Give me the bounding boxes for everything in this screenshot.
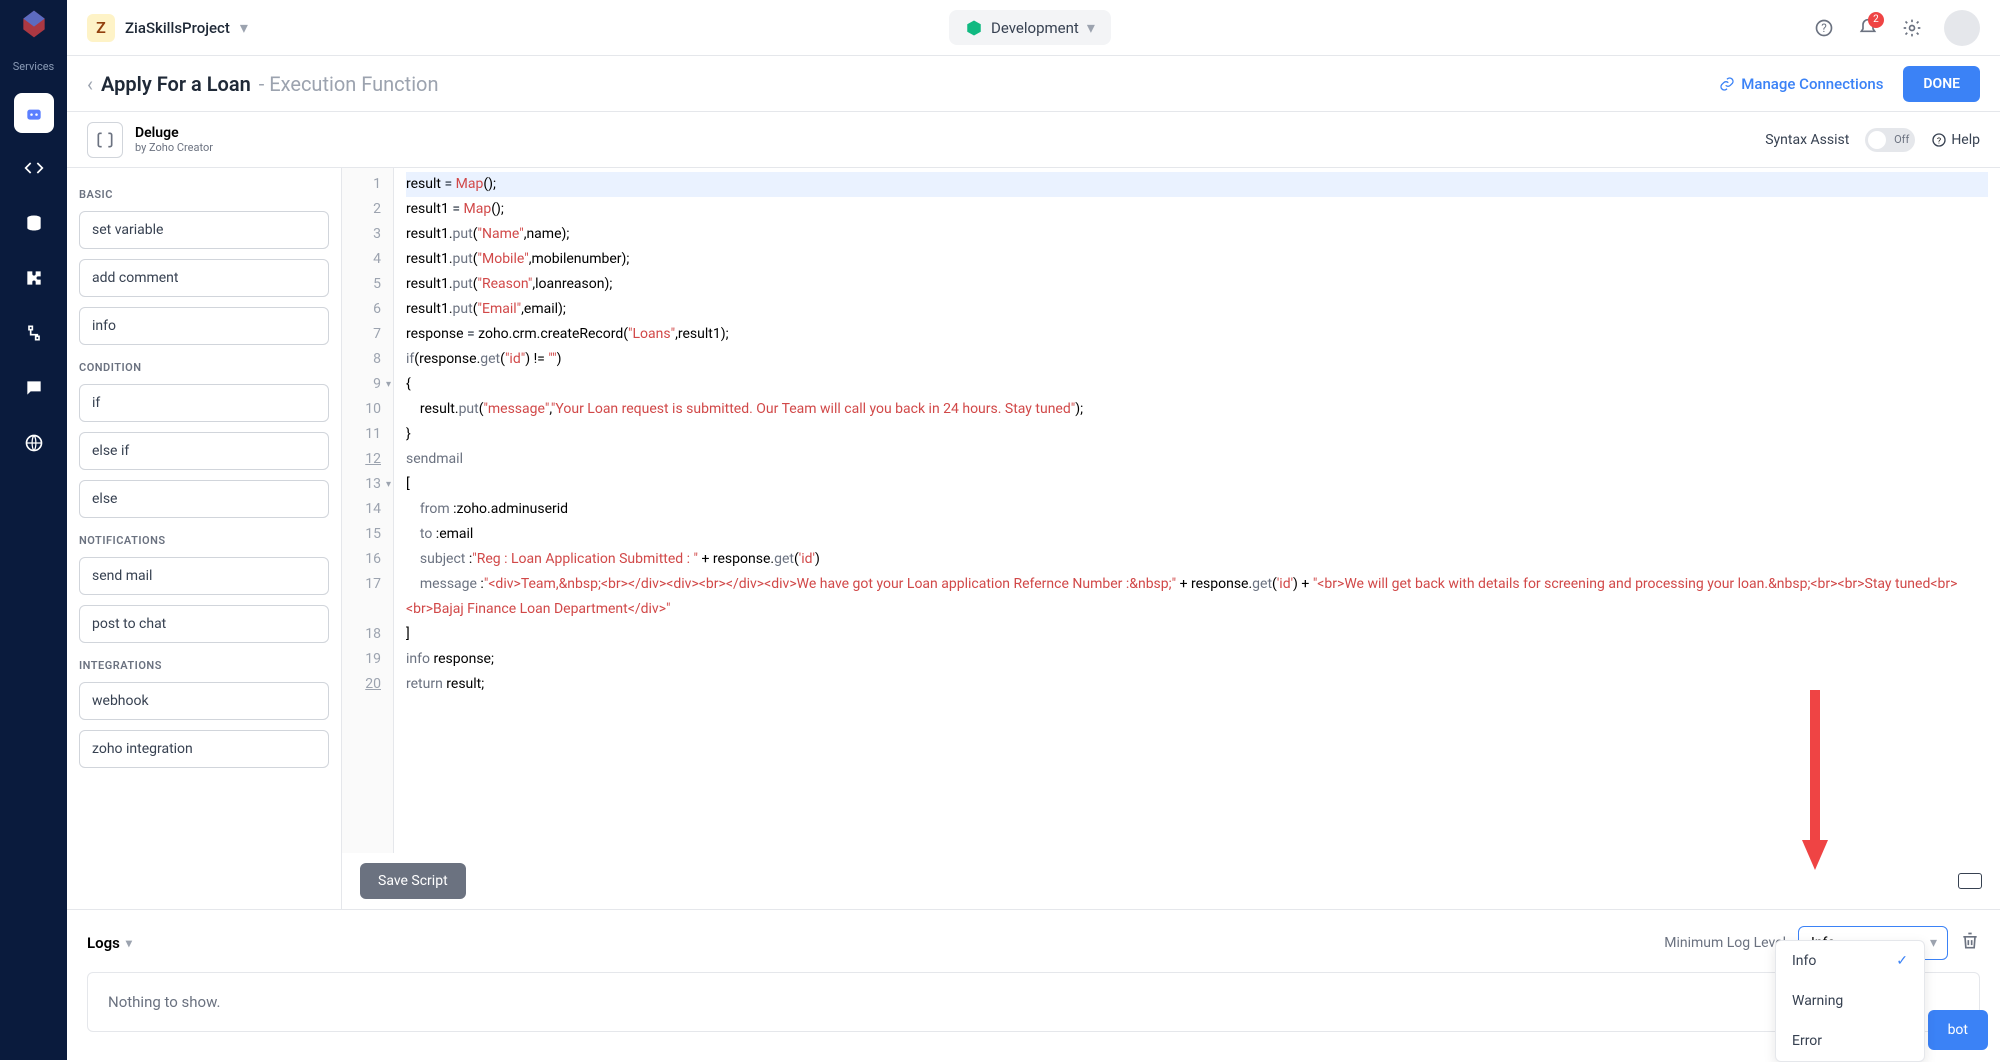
snippet-info[interactable]: info: [79, 307, 329, 345]
help-link[interactable]: ? Help: [1931, 132, 1980, 148]
chevron-down-icon: ▾: [1930, 935, 1937, 951]
save-script-button[interactable]: Save Script: [360, 863, 466, 899]
help-icon[interactable]: ?: [1812, 16, 1836, 40]
chevron-down-icon: ▾: [240, 18, 248, 37]
rail-item-globe[interactable]: [14, 423, 54, 463]
syntax-assist-label: Syntax Assist: [1765, 132, 1849, 148]
logs-body: Nothing to show.: [87, 972, 1980, 1032]
rail-item-database[interactable]: [14, 203, 54, 243]
log-level-dropdown: Info ✓ Warning Error: [1775, 940, 1925, 1062]
dropdown-option-error[interactable]: Error: [1776, 1021, 1924, 1061]
syntax-assist-toggle[interactable]: Off: [1865, 128, 1915, 152]
chevron-down-icon: ▾: [1087, 18, 1095, 37]
notification-badge: 2: [1868, 12, 1884, 28]
snippets-panel: BASIC set variable add comment info COND…: [67, 168, 342, 909]
manage-connections-link[interactable]: Manage Connections: [1719, 75, 1883, 93]
language-bar: Deluge by Zoho Creator Syntax Assist Off…: [67, 112, 2000, 168]
rail-item-code[interactable]: [14, 148, 54, 188]
page-title: Apply For a Loan: [101, 72, 251, 96]
code-editor[interactable]: 1 2 3 4 5 6 7 8 9 10 11 12 13 14: [342, 168, 2000, 909]
snippet-else-if[interactable]: else if: [79, 432, 329, 470]
logs-title[interactable]: Logs ▾: [87, 934, 132, 952]
top-bar: Z ZiaSkillsProject ▾ Development ▾ ? 2: [67, 0, 2000, 56]
rail-item-flow[interactable]: [14, 313, 54, 353]
snippet-category: INTEGRATIONS: [79, 659, 329, 672]
snippet-add-comment[interactable]: add comment: [79, 259, 329, 297]
min-log-level-label: Minimum Log Level: [1664, 935, 1786, 951]
keyboard-icon[interactable]: [1958, 873, 1982, 889]
left-nav-rail: Services: [0, 0, 67, 1060]
link-icon: [1719, 76, 1735, 92]
back-button[interactable]: ‹: [87, 72, 93, 96]
svg-text:?: ?: [1937, 136, 1941, 146]
rail-item-chat[interactable]: [14, 368, 54, 408]
snippet-set-variable[interactable]: set variable: [79, 211, 329, 249]
environment-selector[interactable]: Development ▾: [949, 10, 1111, 45]
page-subtitle: - Execution Function: [259, 72, 439, 96]
snippet-post-to-chat[interactable]: post to chat: [79, 605, 329, 643]
check-icon: ✓: [1896, 953, 1908, 969]
snippet-webhook[interactable]: webhook: [79, 682, 329, 720]
line-gutter: 1 2 3 4 5 6 7 8 9 10 11 12 13 14: [342, 168, 394, 853]
clear-logs-button[interactable]: [1960, 931, 1980, 955]
snippet-category: CONDITION: [79, 361, 329, 374]
breadcrumb: ‹ Apply For a Loan - Execution Function: [87, 72, 439, 96]
snippet-category: BASIC: [79, 188, 329, 201]
services-label: Services: [13, 60, 54, 73]
environment-name: Development: [991, 19, 1079, 37]
snippet-send-mail[interactable]: send mail: [79, 557, 329, 595]
bot-button[interactable]: bot: [1928, 1010, 1988, 1050]
dropdown-option-warning[interactable]: Warning: [1776, 981, 1924, 1021]
chevron-down-icon: ▾: [126, 936, 132, 950]
snippet-if[interactable]: if: [79, 384, 329, 422]
project-badge: Z: [87, 14, 115, 42]
settings-icon[interactable]: [1900, 16, 1924, 40]
user-avatar[interactable]: [1944, 10, 1980, 46]
logs-section: Logs ▾ Minimum Log Level Info ▾ Nothing …: [67, 909, 2000, 1060]
done-button[interactable]: DONE: [1903, 66, 1980, 102]
cube-icon: [965, 19, 983, 37]
logs-empty-message: Nothing to show.: [108, 993, 1959, 1011]
sub-header: ‹ Apply For a Loan - Execution Function …: [67, 56, 2000, 112]
snippet-zoho-integration[interactable]: zoho integration: [79, 730, 329, 768]
rail-item-bot[interactable]: [14, 93, 54, 133]
app-logo: [18, 8, 50, 40]
project-selector[interactable]: Z ZiaSkillsProject ▾: [87, 14, 248, 42]
language-name: Deluge: [135, 125, 213, 141]
code-lines[interactable]: result = Map(); result1 = Map(); result1…: [394, 168, 2000, 853]
language-by: by Zoho Creator: [135, 141, 213, 154]
project-name: ZiaSkillsProject: [125, 19, 230, 37]
rail-item-puzzle[interactable]: [14, 258, 54, 298]
dropdown-option-info[interactable]: Info ✓: [1776, 941, 1924, 981]
snippet-else[interactable]: else: [79, 480, 329, 518]
svg-text:?: ?: [1821, 21, 1827, 35]
snippet-category: NOTIFICATIONS: [79, 534, 329, 547]
deluge-icon: [87, 122, 123, 158]
help-circle-icon: ?: [1931, 132, 1947, 148]
notification-icon[interactable]: 2: [1856, 16, 1880, 40]
